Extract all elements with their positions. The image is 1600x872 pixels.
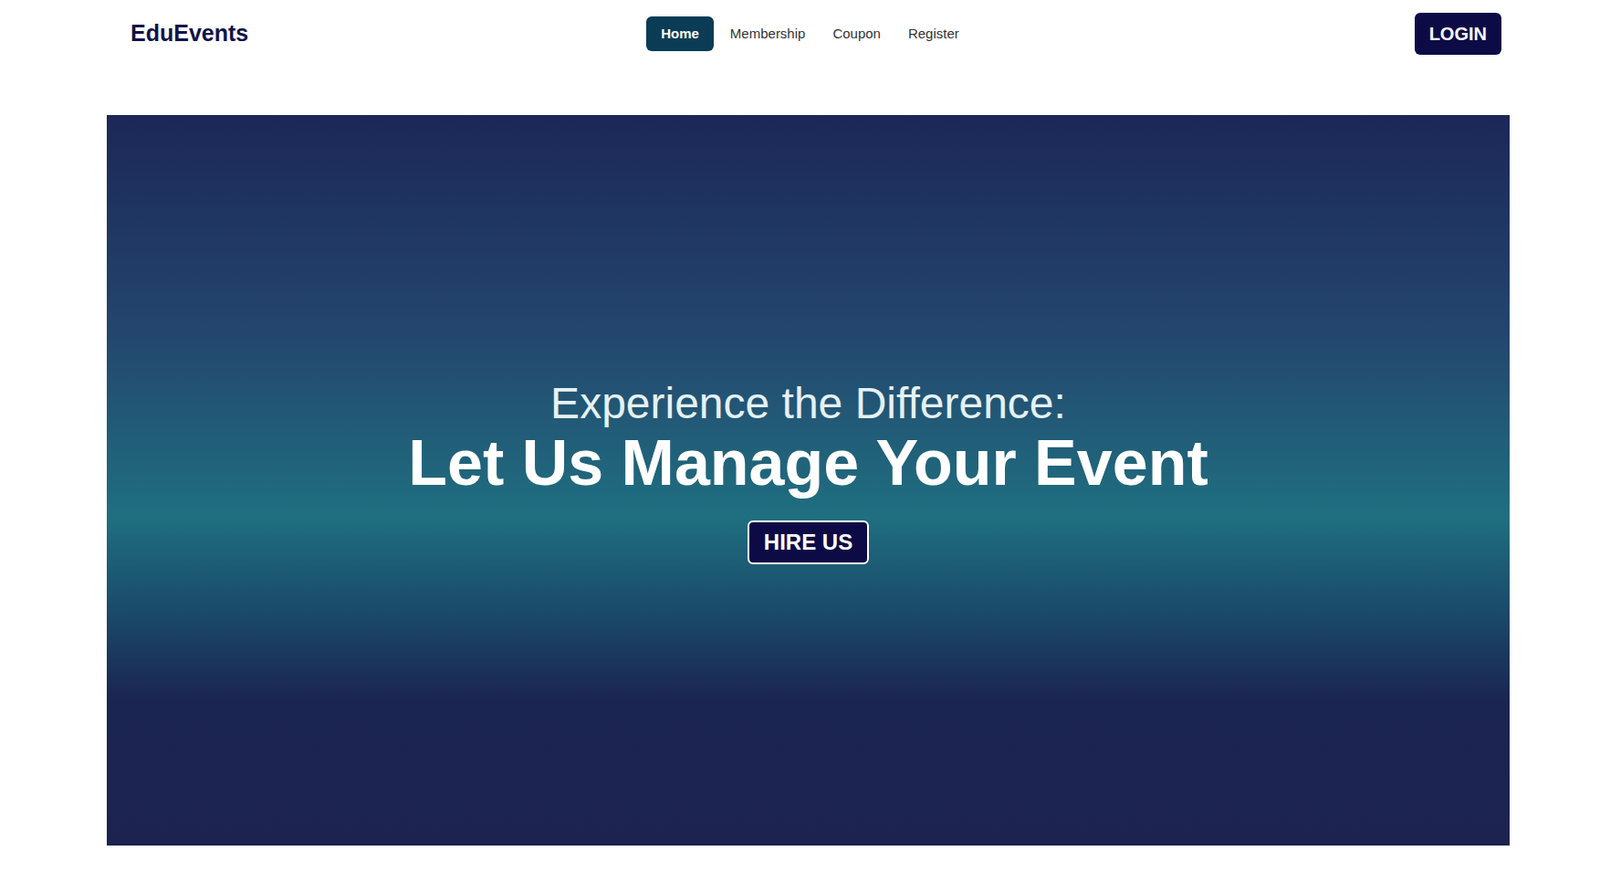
nav-item[interactable]: Coupon [821,16,892,53]
nav-item[interactable]: Home [646,16,714,53]
main-nav: HomeMembershipCouponRegister [646,16,971,53]
page: EduEvents HomeMembershipCouponRegister LOG… [0,0,1600,872]
nav-item[interactable]: Register [897,16,971,53]
login-button[interactable]: LOGIN [1414,12,1502,55]
header: EduEvents HomeMembershipCouponRegister LOG… [106,0,1510,68]
hire-us-button[interactable]: HIRE US [747,520,869,565]
hero-banner: Experience the Difference:Let Us Manage … [106,115,1510,846]
header-actions: LOGIN [1414,12,1510,55]
hero-subtitle: Experience the Difference: [550,377,1067,429]
hero-title: Let Us Manage Your Event [407,428,1209,499]
nav-item[interactable]: Membership [719,16,817,53]
brand-logo[interactable]: EduEvents [106,16,249,52]
